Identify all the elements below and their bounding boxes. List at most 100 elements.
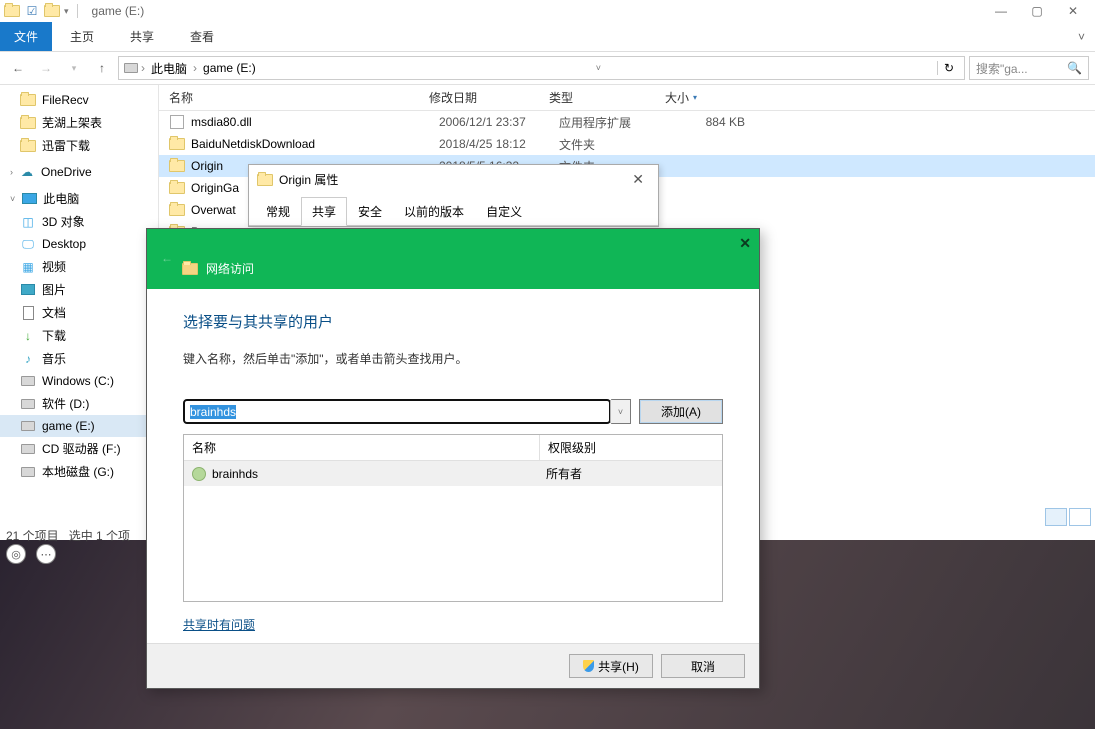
back-arrow-icon[interactable]: ← — [161, 251, 179, 265]
close-button[interactable]: ✕ — [1055, 1, 1091, 21]
sidebar-item-drive-f[interactable]: CD 驱动器 (F:) — [0, 437, 158, 460]
status-bar: 21 个项目 选中 1 个项 — [0, 525, 158, 546]
title-bar: ☑ ▾ game (E:) — ▢ ✕ — [0, 0, 1095, 22]
share-user-combobox[interactable]: ˅ — [183, 399, 631, 424]
user-icon — [192, 467, 206, 481]
up-button[interactable]: ↑ — [90, 56, 114, 80]
props-tab-previous[interactable]: 以前的版本 — [393, 197, 475, 226]
col-size[interactable]: 大小▾ — [655, 89, 745, 106]
file-list-header: 名称 修改日期 类型 大小▾ — [159, 85, 1095, 111]
folder-icon — [169, 202, 185, 218]
combobox-dropdown-icon[interactable]: ˅ — [610, 400, 630, 423]
search-icon[interactable]: 🔍 — [1067, 61, 1082, 75]
file-date: 2006/12/1 23:37 — [429, 115, 549, 129]
ribbon-toggle-icon[interactable]: ˅ — [1068, 26, 1095, 48]
breadcrumb-thispc[interactable]: 此电脑 — [147, 60, 191, 77]
sidebar-item-drive-e[interactable]: game (E:) — [0, 415, 158, 437]
share-user-input[interactable] — [184, 400, 610, 423]
file-type: 应用程序扩展 — [549, 114, 665, 131]
file-name: Origin — [191, 159, 223, 173]
view-details-icon[interactable] — [1045, 508, 1067, 526]
window-title: game (E:) — [92, 4, 145, 18]
breadcrumb[interactable]: › 此电脑 › game (E:) ˅ ↻ — [118, 56, 965, 80]
share-dialog: ← 网络访问 ✕ 选择要与其共享的用户 键入名称，然后单击"添加"，或者单击箭头… — [146, 228, 760, 689]
nav-bar: ← → ▾ ↑ › 此电脑 › game (E:) ˅ ↻ 搜索"ga... 🔍 — [0, 52, 1095, 85]
sidebar-item-xunlei[interactable]: 迅雷下载 — [0, 134, 158, 157]
sidebar-item-documents[interactable]: 文档 — [0, 301, 158, 324]
recent-dropdown[interactable]: ▾ — [62, 56, 86, 80]
maximize-button[interactable]: ▢ — [1019, 1, 1055, 21]
file-name: OriginGa — [191, 181, 239, 195]
share-confirm-button[interactable]: 共享(H) — [569, 654, 653, 678]
sidebar-item-drive-c[interactable]: Windows (C:) — [0, 370, 158, 392]
sidebar-item-filerecv[interactable]: FileRecv — [0, 89, 158, 111]
refresh-button[interactable]: ↻ — [937, 61, 960, 75]
share-close-button[interactable]: ✕ — [739, 235, 751, 252]
forward-button[interactable]: → — [34, 56, 58, 80]
folder-icon — [169, 136, 185, 152]
share-help-link[interactable]: 共享时有问题 — [183, 616, 255, 633]
explorer-icon — [4, 3, 20, 19]
col-type[interactable]: 类型 — [539, 89, 655, 106]
search-placeholder: 搜索"ga... — [976, 60, 1028, 77]
sidebar-item-pictures[interactable]: 图片 — [0, 278, 158, 301]
props-tab-security[interactable]: 安全 — [347, 197, 393, 226]
status-selected: 选中 1 个项 — [69, 527, 130, 544]
drive-icon — [123, 60, 139, 76]
tab-home[interactable]: 主页 — [52, 22, 112, 51]
th-name[interactable]: 名称 — [184, 435, 540, 460]
sidebar-item-onedrive[interactable]: ›☁OneDrive — [0, 161, 158, 183]
breadcrumb-dropdown-icon[interactable]: ˅ — [592, 63, 605, 73]
col-name[interactable]: 名称 — [159, 89, 419, 106]
sidebar-item-music[interactable]: 音乐 — [0, 347, 158, 370]
view-large-icon[interactable] — [1069, 508, 1091, 526]
file-name: Overwat — [191, 203, 236, 217]
tab-view[interactable]: 查看 — [172, 22, 232, 51]
network-icon — [182, 261, 198, 277]
row-username: brainhds — [212, 467, 258, 481]
file-type: 文件夹 — [549, 136, 665, 153]
file-icon — [169, 114, 185, 130]
props-tab-general[interactable]: 常规 — [255, 197, 301, 226]
properties-dialog: Origin 属性 ✕ 常规 共享 安全 以前的版本 自定义 — [248, 164, 659, 227]
sidebar-item-3d[interactable]: ◫3D 对象 — [0, 210, 158, 233]
sidebar: FileRecv 芜湖上架表 迅雷下载 ›☁OneDrive ˅此电脑 ◫3D … — [0, 85, 158, 545]
share-header-label: 网络访问 — [206, 260, 254, 277]
sidebar-item-wuhu[interactable]: 芜湖上架表 — [0, 111, 158, 134]
shield-icon — [583, 660, 594, 672]
minimize-button[interactable]: — — [983, 1, 1019, 21]
sidebar-item-downloads[interactable]: 下载 — [0, 324, 158, 347]
props-tab-custom[interactable]: 自定义 — [475, 197, 533, 226]
save-icon[interactable]: ☑ — [24, 3, 40, 19]
sidebar-item-drive-g[interactable]: 本地磁盘 (G:) — [0, 460, 158, 483]
folder-icon — [169, 180, 185, 196]
th-permission[interactable]: 权限级别 — [540, 435, 722, 460]
media-menu-icon[interactable]: ⋯ — [36, 544, 56, 564]
sidebar-item-drive-d[interactable]: 软件 (D:) — [0, 392, 158, 415]
file-size: 884 KB — [665, 115, 755, 129]
row-permission: 所有者 — [546, 465, 714, 482]
back-button[interactable]: ← — [6, 56, 30, 80]
tab-share[interactable]: 共享 — [112, 22, 172, 51]
properties-close-button[interactable]: ✕ — [626, 171, 650, 188]
add-button[interactable]: 添加(A) — [639, 399, 723, 424]
media-target-icon[interactable]: ◎ — [6, 544, 26, 564]
ribbon: 文件 主页 共享 查看 ˅ — [0, 22, 1095, 52]
dropdown-icon[interactable] — [44, 3, 60, 19]
sidebar-item-videos[interactable]: ▦视频 — [0, 255, 158, 278]
status-count: 21 个项目 — [6, 527, 59, 544]
sidebar-item-thispc[interactable]: ˅此电脑 — [0, 187, 158, 210]
table-row[interactable]: brainhds 所有者 — [184, 461, 722, 486]
sidebar-item-desktop[interactable]: 🖵Desktop — [0, 233, 158, 255]
props-tab-share[interactable]: 共享 — [301, 197, 347, 226]
cancel-button[interactable]: 取消 — [661, 654, 745, 678]
col-date[interactable]: 修改日期 — [419, 89, 539, 106]
breadcrumb-drive[interactable]: game (E:) — [199, 61, 260, 75]
tab-file[interactable]: 文件 — [0, 22, 52, 51]
share-title: 选择要与其共享的用户 — [183, 311, 723, 332]
table-row[interactable]: msdia80.dll 2006/12/1 23:37应用程序扩展884 KB — [159, 111, 1095, 133]
file-name: msdia80.dll — [191, 115, 252, 129]
table-row[interactable]: BaiduNetdiskDownload2018/4/25 18:12文件夹 — [159, 133, 1095, 155]
search-input[interactable]: 搜索"ga... 🔍 — [969, 56, 1089, 80]
chevron-down-icon[interactable]: ▾ — [64, 6, 69, 17]
